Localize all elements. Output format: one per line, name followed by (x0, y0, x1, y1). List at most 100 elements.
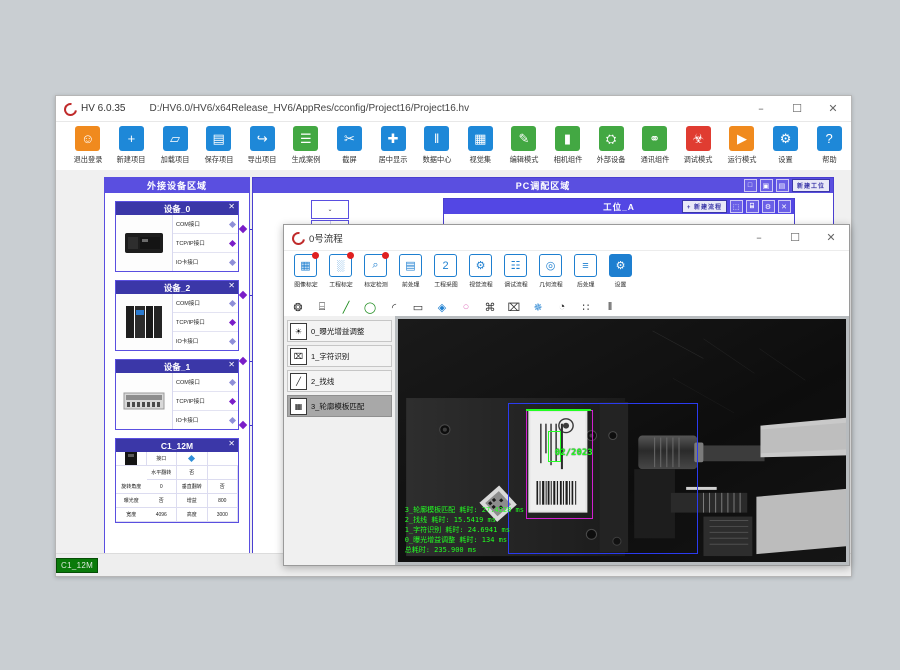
aperture-icon[interactable]: ❂ (290, 300, 306, 315)
flow-step-item[interactable]: ▦3_轮廓模板匹配 (287, 395, 392, 417)
flow-toolbar-item-project-calibration[interactable]: ░工程标定 (323, 254, 358, 289)
toolbar-item-data-center[interactable]: ‖数据中心 (415, 126, 459, 165)
station-btn-2[interactable]: ⌸ (746, 200, 759, 213)
toolbar-item-export-project[interactable]: ↪导出项目 (240, 126, 284, 165)
flow-image-panel[interactable]: 02/2023 3_轮廓模板匹配 耗时: 27.4228 ms2_找线 耗时: … (395, 316, 849, 565)
toolbar-item-new-project[interactable]: +新建项目 (110, 126, 154, 165)
flow-step-label: 3_轮廓模板匹配 (311, 401, 364, 412)
flow-toolbar-item-postprocess[interactable]: ≡后处理 (568, 254, 603, 289)
toolbar-item-edit-mode[interactable]: ✎编辑模式 (502, 126, 546, 165)
device-port-row[interactable]: TCP/IP接口 (173, 392, 238, 411)
flow-step-item[interactable]: ╱2_找线 (287, 370, 392, 392)
new-flow-button[interactable]: + 新建流程 (682, 200, 727, 213)
toolbar-item-user-logout[interactable]: ☺退出登录 (66, 126, 110, 165)
arc-find-icon[interactable]: ◜ (386, 300, 402, 315)
device-port-row[interactable]: COM接口 (173, 373, 238, 392)
toolbar-item-vision-set[interactable]: ▦视觉集 (458, 126, 502, 165)
device-card-list: 设备_0✕COM接口TCP/IP接口IO卡接口设备_2✕COM接口TCP/IP接… (105, 201, 249, 430)
device-card-close-icon[interactable]: ✕ (228, 281, 235, 290)
minimize-button[interactable]: – (743, 96, 779, 121)
camera-port-cell[interactable] (177, 452, 208, 466)
device-port-dot-icon[interactable] (229, 397, 236, 404)
device-port-dot-icon[interactable] (229, 258, 236, 265)
project-path-label: D:/HV6.0/HV6/x64Release_HV6/AppRes/cconf… (149, 103, 469, 114)
pc-panel-btn-1[interactable]: □ (744, 179, 757, 192)
station-btn-3[interactable]: ⚙ (762, 200, 775, 213)
stack-icon[interactable]: ⌸ (314, 300, 330, 315)
line-find-icon[interactable]: ╱ (338, 300, 354, 315)
camera-status-chip[interactable]: C1_12M (56, 558, 98, 573)
blob-center-icon[interactable]: ◈ (434, 300, 450, 315)
flow-mini-row[interactable]: ⌄ (311, 200, 349, 219)
notification-badge (312, 252, 319, 259)
toolbar-item-open-project[interactable]: ▱加载项目 (153, 126, 197, 165)
camera-component-icon: ▮ (555, 126, 580, 151)
ocr-icon[interactable]: ⌧ (506, 300, 522, 315)
device-port-row[interactable]: IO卡接口 (173, 411, 238, 429)
device-port-dot-icon[interactable] (229, 318, 236, 325)
measure-icon[interactable]: ◔ (554, 300, 570, 315)
contour-icon[interactable]: ✵ (530, 300, 546, 315)
device-card-close-icon[interactable]: ✕ (228, 202, 235, 211)
toolbar-item-run-mode[interactable]: ▶运行模式 (720, 126, 764, 165)
flow-step-item[interactable]: ☀0_曝光增益调整 (287, 320, 392, 342)
device-card[interactable]: 设备_2✕COM接口TCP/IP接口IO卡接口 (115, 280, 239, 351)
device-card[interactable]: 设备_1✕COM接口TCP/IP接口IO卡接口 (115, 359, 239, 430)
device-port-dot-icon[interactable] (229, 299, 236, 306)
toolbar-item-external-device[interactable]: ⛭外部设备 (589, 126, 633, 165)
debug-flow-icon: ☷ (504, 254, 527, 277)
pc-panel-btn-3[interactable]: ▤ (776, 179, 789, 192)
flow-step-item[interactable]: ⌧1_字符识别 (287, 345, 392, 367)
toolbar-item-help[interactable]: ?帮助 (807, 126, 851, 165)
toolbar-item-debug-bug[interactable]: ☣调试模式 (677, 126, 721, 165)
camera-card[interactable]: C1_12M ✕ 接口 (115, 438, 239, 523)
toolbar-item-settings-gear[interactable]: ⚙设置 (764, 126, 808, 165)
flow-toolbar-item-preprocess[interactable]: ▤前处理 (393, 254, 428, 289)
device-port-row[interactable]: IO卡接口 (173, 332, 238, 350)
station-close-icon[interactable]: ✕ (778, 200, 791, 213)
close-button[interactable]: ✕ (815, 96, 851, 121)
new-station-button[interactable]: 新建工位 (792, 179, 830, 192)
flow-toolbar-item-flow-settings-gear[interactable]: ⚙设置 (603, 254, 638, 289)
flow-toolbar-item-debug-flow[interactable]: ☷调试流程 (498, 254, 533, 289)
barcode-icon[interactable]: ‖ (602, 300, 618, 315)
device-port-dot-icon[interactable] (229, 239, 236, 246)
device-port-dot-icon[interactable] (229, 220, 236, 227)
pc-panel-btn-2[interactable]: ▣ (760, 179, 773, 192)
inspection-image-canvas[interactable]: 02/2023 3_轮廓模板匹配 耗时: 27.4228 ms2_找线 耗时: … (398, 319, 846, 562)
flow-minimize-button[interactable]: – (741, 225, 777, 250)
device-port-dot-icon[interactable] (229, 378, 236, 385)
toolbar-item-comm-component[interactable]: ⚭通讯组件 (633, 126, 677, 165)
flow-toolbar-item-geometry-flow[interactable]: ◎几何流程 (533, 254, 568, 289)
device-port-row[interactable]: COM接口 (173, 294, 238, 313)
device-port-row[interactable]: COM接口 (173, 215, 238, 234)
device-port-dot-icon[interactable] (229, 337, 236, 344)
station-btn-1[interactable]: ⬚ (730, 200, 743, 213)
pattern-match-icon[interactable]: ⌘ (482, 300, 498, 315)
toolbar-item-camera-component[interactable]: ▮相机组件 (546, 126, 590, 165)
toolbar-item-generate-case[interactable]: ☰生成案例 (284, 126, 328, 165)
flow-toolbar-item-vision-flow[interactable]: ⚙视觉流程 (463, 254, 498, 289)
device-card-close-icon[interactable]: ✕ (228, 360, 235, 369)
flow-toolbar-item-project-capture[interactable]: 2工程采图 (428, 254, 463, 289)
toolbar-item-screenshot-scissors[interactable]: ✂截屏 (328, 126, 372, 165)
device-port-row[interactable]: TCP/IP接口 (173, 313, 238, 332)
chevron-down-icon[interactable]: ⌄ (327, 206, 332, 213)
flow-toolbar-item-image-calibration[interactable]: ▦图像标定 (288, 254, 323, 289)
device-card[interactable]: 设备_0✕COM接口TCP/IP接口IO卡接口 (115, 201, 239, 272)
flow-close-button[interactable]: ✕ (813, 225, 849, 250)
device-port-dot-icon[interactable] (229, 416, 236, 423)
toolbar-item-center-display[interactable]: ✚居中显示 (371, 126, 415, 165)
circle-roi-icon[interactable]: ○ (458, 300, 474, 315)
circle-find-icon[interactable]: ◯ (362, 300, 378, 315)
defect-icon[interactable]: ∷ (578, 300, 594, 315)
flow-toolbar-item-calibration-check[interactable]: ⌕标定检测 (358, 254, 393, 289)
toolbar-item-save-project[interactable]: ▤保存项目 (197, 126, 241, 165)
device-port-row[interactable]: IO卡接口 (173, 253, 238, 271)
device-port-row[interactable]: TCP/IP接口 (173, 234, 238, 253)
rect-roi-icon[interactable]: ▭ (410, 300, 426, 315)
camera-card-close-icon[interactable]: ✕ (228, 439, 235, 448)
flow-maximize-button[interactable]: ☐ (777, 225, 813, 250)
maximize-button[interactable]: ☐ (779, 96, 815, 121)
open-project-icon: ▱ (163, 126, 188, 151)
